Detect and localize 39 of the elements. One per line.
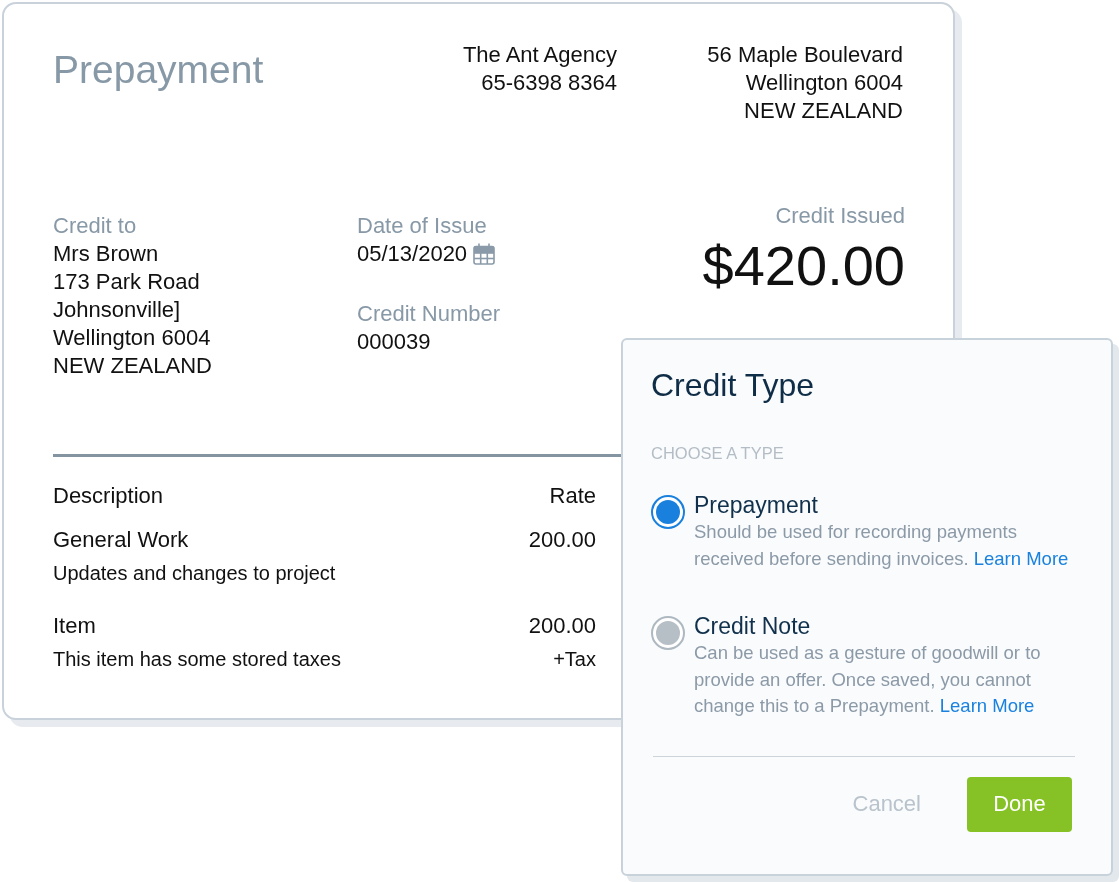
option-description: Can be used as a gesture of goodwill or to provide an offer. Once saved, you cannot change this to a Prepayment. Learn More xyxy=(694,641,1042,718)
customer-address-line: Johnsonville] xyxy=(53,296,181,324)
column-header: Rate xyxy=(549,482,596,510)
learn-more-link[interactable]: Learn More xyxy=(939,695,1035,716)
customer-address-line: 173 Park Road xyxy=(53,268,200,296)
document-title: Prepayment xyxy=(53,48,264,92)
tax-label: +Tax xyxy=(553,647,596,672)
field-label: Credit Number xyxy=(357,300,501,328)
item-description: Updates and changes to project xyxy=(53,561,336,586)
company-address-line: NEW ZEALAND xyxy=(744,97,903,125)
item-name: Item xyxy=(53,612,96,640)
radio-button[interactable] xyxy=(651,616,685,650)
credit-amount: $420.00 xyxy=(702,233,905,299)
company-address-line: 56 Maple Boulevard xyxy=(707,41,903,69)
field-label: Credit Issued xyxy=(775,202,905,230)
company-phone: 65-6398 8364 xyxy=(481,69,617,97)
customer-address-line: Wellington 6004 xyxy=(53,324,211,352)
issue-date: 05/13/2020 xyxy=(357,240,468,268)
option-description: Should be used for recording payments received before sending invoices. Learn More xyxy=(694,520,1070,571)
item-rate: 200.00 xyxy=(528,612,596,640)
field-label: Date of Issue xyxy=(357,212,487,240)
option-label: Credit Note xyxy=(694,612,811,640)
radio-button[interactable] xyxy=(651,495,685,529)
company-address-line: Wellington 6004 xyxy=(745,69,903,97)
option-label: Prepayment xyxy=(694,491,818,519)
column-header: Description xyxy=(53,482,164,510)
company-name: The Ant Agency xyxy=(462,41,617,69)
credit-number: 000039 xyxy=(357,328,431,356)
customer-address-line: NEW ZEALAND xyxy=(53,352,212,380)
calendar-icon[interactable] xyxy=(473,243,496,265)
field-label: Credit to xyxy=(53,212,137,240)
item-name: General Work xyxy=(53,526,189,554)
item-rate: 200.00 xyxy=(528,526,596,554)
customer-address-line: Mrs Brown xyxy=(53,240,159,268)
done-button[interactable]: Done xyxy=(967,776,1072,832)
item-description: This item has some stored taxes xyxy=(53,647,341,672)
learn-more-link[interactable]: Learn More xyxy=(973,547,1069,569)
dialog-title: Credit Type xyxy=(651,366,815,405)
section-label: CHOOSE A TYPE xyxy=(651,443,784,463)
